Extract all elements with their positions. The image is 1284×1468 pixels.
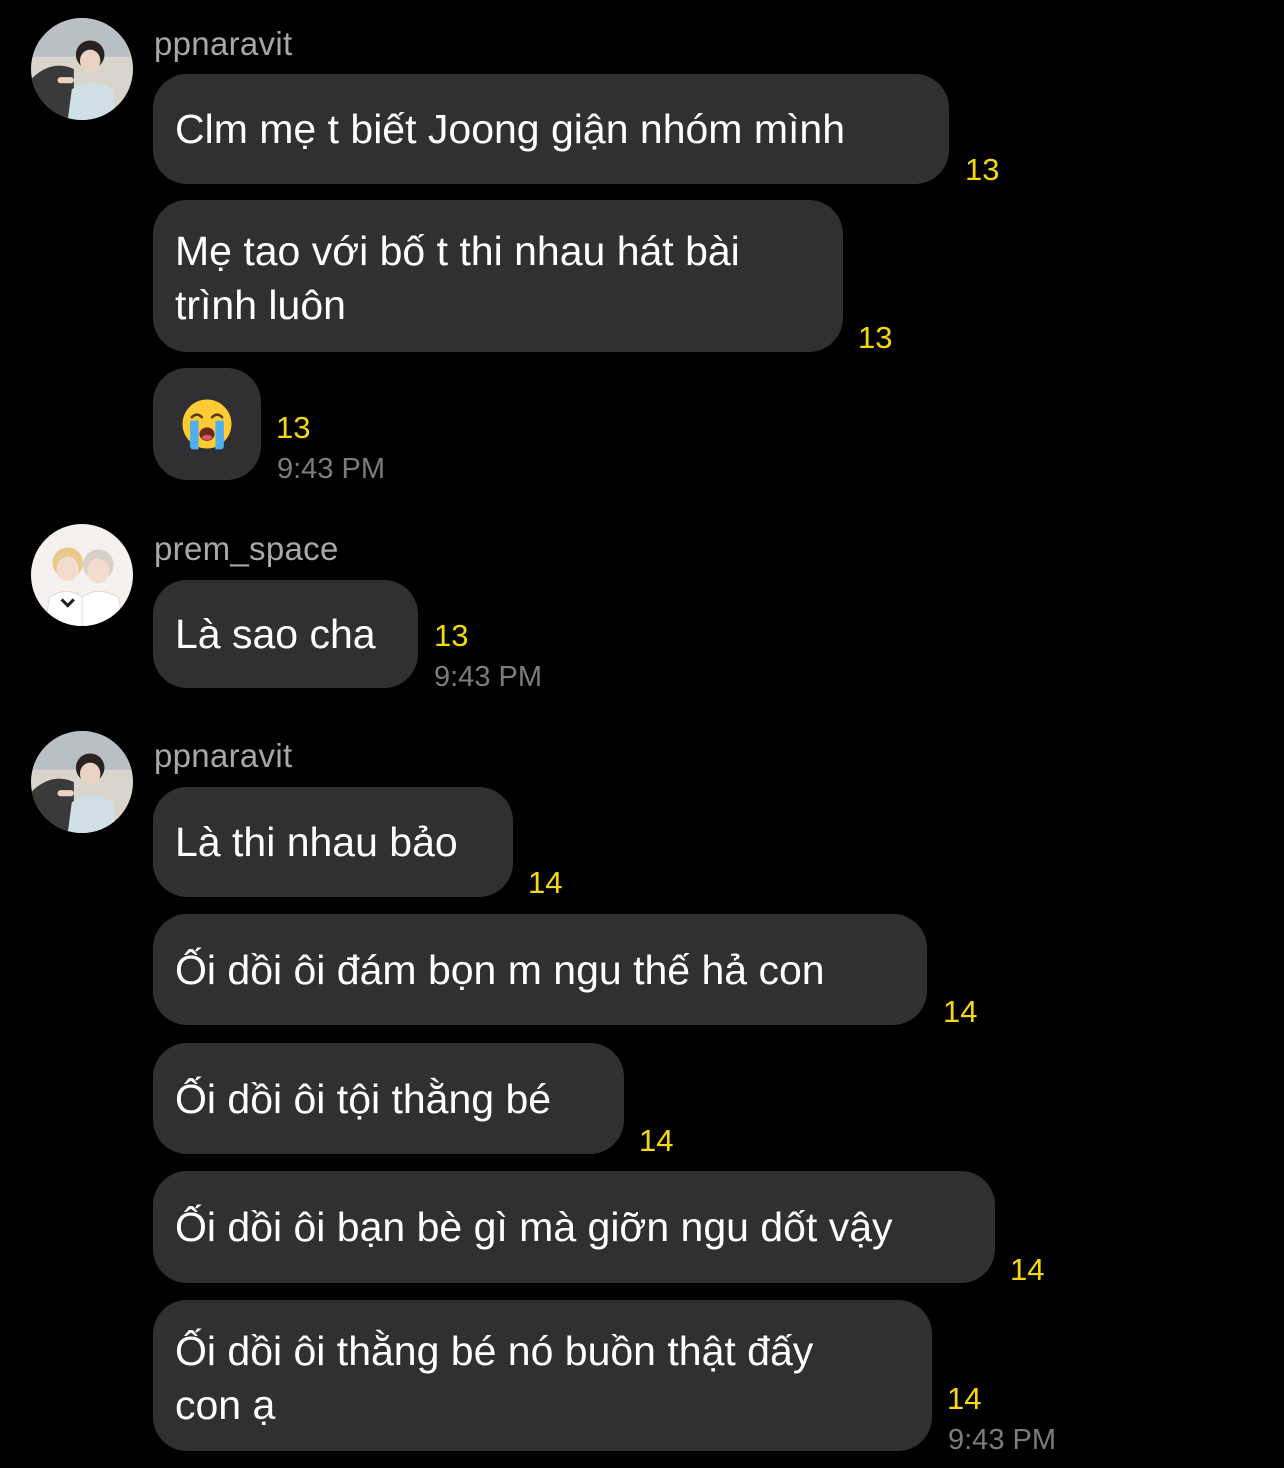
username[interactable]: ppnaravit <box>154 24 292 64</box>
message-text: Ối dồi ôi thằng bé nó buồn thật đấy con … <box>175 1328 814 1428</box>
message-bubble[interactable]: Là sao cha <box>153 580 418 688</box>
read-count: 13 <box>858 320 893 355</box>
emoji-message-bubble[interactable] <box>153 368 261 480</box>
profile-photo-avatar-icon <box>31 731 133 833</box>
username[interactable]: prem_space <box>154 529 339 569</box>
read-count: 13 <box>965 152 1000 187</box>
read-count: 14 <box>943 994 978 1029</box>
avatar-ppnaravit[interactable] <box>31 18 133 120</box>
message-text: Là sao cha <box>175 611 376 657</box>
read-count: 13 <box>434 618 469 653</box>
read-count: 14 <box>947 1381 982 1416</box>
message-bubble[interactable]: Ối dồi ôi bạn bè gì mà giỡn ngu dốt vậy <box>153 1171 995 1283</box>
message-text: Là thi nhau bảo <box>175 819 458 865</box>
message-bubble[interactable]: Ối dồi ôi đám bọn m ngu thế hả con <box>153 914 927 1025</box>
message-text: Ối dồi ôi bạn bè gì mà giỡn ngu dốt vậy <box>175 1204 893 1250</box>
message-text: Ối dồi ôi tội thằng bé <box>175 1075 552 1122</box>
message-bubble[interactable]: Ối dồi ôi tội thằng bé <box>153 1043 624 1154</box>
message-text: Mẹ tao với bố t thi nhau hát bài trình l… <box>175 228 740 328</box>
avatar-ppnaravit[interactable] <box>31 731 133 833</box>
read-count: 13 <box>276 410 311 445</box>
profile-photo-avatar-icon <box>31 18 133 120</box>
message-text: Ối dồi ôi đám bọn m ngu thế hả con <box>175 946 825 993</box>
profile-photo-avatar-icon <box>31 524 133 626</box>
avatar-prem-space[interactable] <box>31 524 133 626</box>
message-bubble[interactable]: Là thi nhau bảo <box>153 787 513 897</box>
message-bubble[interactable]: Clm mẹ t biết Joong giận nhóm mình <box>153 74 949 184</box>
timestamp: 9:43 PM <box>434 661 542 693</box>
loudly-crying-face-emoji-icon <box>182 399 232 450</box>
username[interactable]: ppnaravit <box>154 736 292 776</box>
timestamp: 9:43 PM <box>277 453 385 485</box>
timestamp: 9:43 PM <box>948 1424 1056 1456</box>
read-count: 14 <box>528 865 563 900</box>
message-bubble[interactable]: Mẹ tao với bố t thi nhau hát bài trình l… <box>153 200 843 352</box>
read-count: 14 <box>1010 1252 1045 1287</box>
message-text: Clm mẹ t biết Joong giận nhóm mình <box>175 106 845 152</box>
read-count: 14 <box>639 1123 674 1158</box>
message-bubble[interactable]: Ối dồi ôi thằng bé nó buồn thật đấy con … <box>153 1300 932 1451</box>
